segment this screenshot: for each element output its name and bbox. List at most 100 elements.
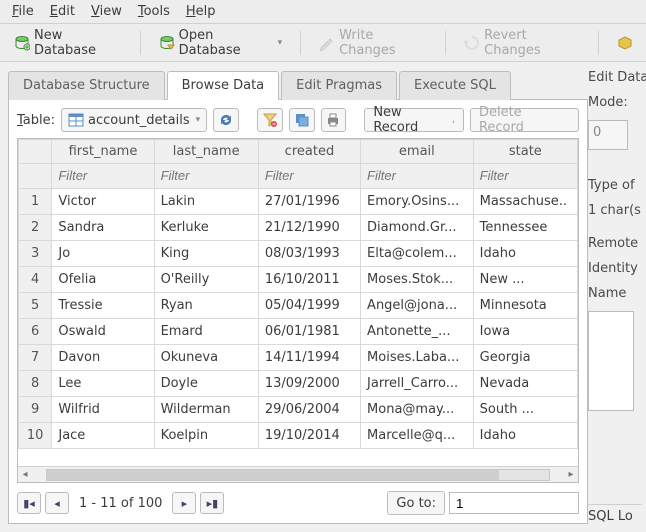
refresh-button[interactable] — [213, 108, 239, 132]
table-row[interactable]: 8LeeDoyle13/09/2000Jarrell_Carro...Nevad… — [19, 371, 578, 397]
prev-page-button[interactable]: ◂ — [45, 492, 69, 514]
last-page-button[interactable]: ▸▮ — [200, 492, 224, 514]
tab-edit-pragmas[interactable]: Edit Pragmas — [281, 71, 397, 100]
menu-file[interactable]: File — [4, 2, 42, 21]
cell[interactable]: New ... — [473, 267, 577, 293]
col-header-created[interactable]: created — [258, 140, 360, 164]
cell[interactable]: 19/10/2014 — [258, 423, 360, 449]
sql-log-label[interactable]: SQL Lo — [588, 504, 642, 524]
filter-email[interactable] — [367, 168, 467, 183]
cell[interactable]: Wilfrid — [52, 397, 154, 423]
table-row[interactable]: 2SandraKerluke21/12/1990Diamond.Gr...Ten… — [19, 215, 578, 241]
row-header[interactable]: 1 — [19, 189, 52, 215]
menu-help[interactable]: Help — [178, 2, 224, 21]
row-header[interactable]: 8 — [19, 371, 52, 397]
table-row[interactable]: 5TressieRyan05/04/1999Angel@jona...Minne… — [19, 293, 578, 319]
row-header[interactable]: 7 — [19, 345, 52, 371]
cell[interactable]: Idaho — [473, 423, 577, 449]
cell[interactable]: Marcelle@q... — [361, 423, 474, 449]
cell[interactable]: Minnesota — [473, 293, 577, 319]
scroll-right-arrow[interactable]: ▸ — [564, 469, 578, 480]
table-row[interactable]: 6OswaldEmard06/01/1981Antonette_...Iowa — [19, 319, 578, 345]
row-header[interactable]: 2 — [19, 215, 52, 241]
filter-first-name[interactable] — [58, 168, 147, 183]
row-header[interactable]: 4 — [19, 267, 52, 293]
table-row[interactable]: 9WilfridWilderman29/06/2004Mona@may...So… — [19, 397, 578, 423]
cell[interactable]: O'Reilly — [154, 267, 258, 293]
table-row[interactable]: 3JoKing08/03/1993Elta@colem...Idaho — [19, 241, 578, 267]
open-database-button[interactable]: Open Database ▾ — [153, 24, 289, 62]
cell[interactable]: Georgia — [473, 345, 577, 371]
cell[interactable]: 21/12/1990 — [258, 215, 360, 241]
first-page-button[interactable]: ▮◂ — [17, 492, 41, 514]
cell[interactable]: Iowa — [473, 319, 577, 345]
cell[interactable]: Davon — [52, 345, 154, 371]
cell[interactable]: Lakin — [154, 189, 258, 215]
cell[interactable]: Diamond.Gr... — [361, 215, 474, 241]
cell[interactable]: Moises.Laba... — [361, 345, 474, 371]
cell[interactable]: Moses.Stok... — [361, 267, 474, 293]
cell[interactable]: Wilderman — [154, 397, 258, 423]
cell[interactable]: Victor — [52, 189, 154, 215]
new-database-button[interactable]: New Database — [8, 24, 128, 62]
next-page-button[interactable]: ▸ — [172, 492, 196, 514]
row-header[interactable]: 6 — [19, 319, 52, 345]
cell[interactable]: Tennessee — [473, 215, 577, 241]
row-header[interactable]: 10 — [19, 423, 52, 449]
row-corner[interactable] — [19, 140, 52, 164]
row-header[interactable]: 5 — [19, 293, 52, 319]
filter-state[interactable] — [480, 168, 571, 183]
table-row[interactable]: 10JaceKoelpin19/10/2014Marcelle@q...Idah… — [19, 423, 578, 449]
goto-button[interactable]: Go to: — [387, 491, 445, 515]
table-row[interactable]: 4OfeliaO'Reilly16/10/2011Moses.Stok...Ne… — [19, 267, 578, 293]
goto-input[interactable] — [449, 492, 579, 514]
filter-last-name[interactable] — [161, 168, 252, 183]
cell[interactable]: Idaho — [473, 241, 577, 267]
row-header[interactable]: 3 — [19, 241, 52, 267]
cell[interactable]: Doyle — [154, 371, 258, 397]
cell[interactable]: Jace — [52, 423, 154, 449]
horizontal-scrollbar[interactable]: ◂ ▸ — [18, 466, 578, 482]
cell[interactable]: Oswald — [52, 319, 154, 345]
print-button[interactable] — [321, 108, 347, 132]
tab-execute-sql[interactable]: Execute SQL — [399, 71, 511, 100]
menu-tools[interactable]: Tools — [130, 2, 178, 21]
tab-browse-data[interactable]: Browse Data — [167, 71, 280, 100]
cell[interactable]: King — [154, 241, 258, 267]
cell[interactable]: South ... — [473, 397, 577, 423]
cell[interactable]: 08/03/1993 — [258, 241, 360, 267]
cell[interactable]: Tressie — [52, 293, 154, 319]
cell[interactable]: 13/09/2000 — [258, 371, 360, 397]
cell[interactable]: Mona@may... — [361, 397, 474, 423]
cell[interactable]: Emory.Osins... — [361, 189, 474, 215]
scroll-thumb[interactable] — [47, 470, 499, 480]
cell[interactable]: Antonette_... — [361, 319, 474, 345]
chevron-down-icon[interactable]: ▾ — [278, 38, 283, 48]
cell[interactable]: Jarrell_Carro... — [361, 371, 474, 397]
table-select[interactable]: account_details ▾ — [61, 108, 207, 132]
name-list[interactable] — [588, 311, 634, 411]
menu-view[interactable]: View — [83, 2, 130, 21]
cell[interactable]: 29/06/2004 — [258, 397, 360, 423]
cell[interactable]: 27/01/1996 — [258, 189, 360, 215]
cell[interactable]: Massachuse.. — [473, 189, 577, 215]
cell[interactable]: 16/10/2011 — [258, 267, 360, 293]
col-header-last-name[interactable]: last_name — [154, 140, 258, 164]
cell[interactable]: Kerluke — [154, 215, 258, 241]
col-header-state[interactable]: state — [473, 140, 577, 164]
cell[interactable]: 06/01/1981 — [258, 319, 360, 345]
extra-toolbar-button[interactable] — [611, 31, 638, 55]
tab-database-structure[interactable]: Database Structure — [8, 71, 165, 100]
cell[interactable]: 14/11/1994 — [258, 345, 360, 371]
cell[interactable]: Nevada — [473, 371, 577, 397]
cell[interactable]: Ofelia — [52, 267, 154, 293]
cell[interactable]: Okuneva — [154, 345, 258, 371]
cell[interactable]: Koelpin — [154, 423, 258, 449]
cell[interactable]: Emard — [154, 319, 258, 345]
cell[interactable]: Angel@jona... — [361, 293, 474, 319]
cell[interactable]: Ryan — [154, 293, 258, 319]
cell[interactable]: 05/04/1999 — [258, 293, 360, 319]
cell[interactable]: Elta@colem... — [361, 241, 474, 267]
col-header-email[interactable]: email — [361, 140, 474, 164]
col-header-first-name[interactable]: first_name — [52, 140, 154, 164]
